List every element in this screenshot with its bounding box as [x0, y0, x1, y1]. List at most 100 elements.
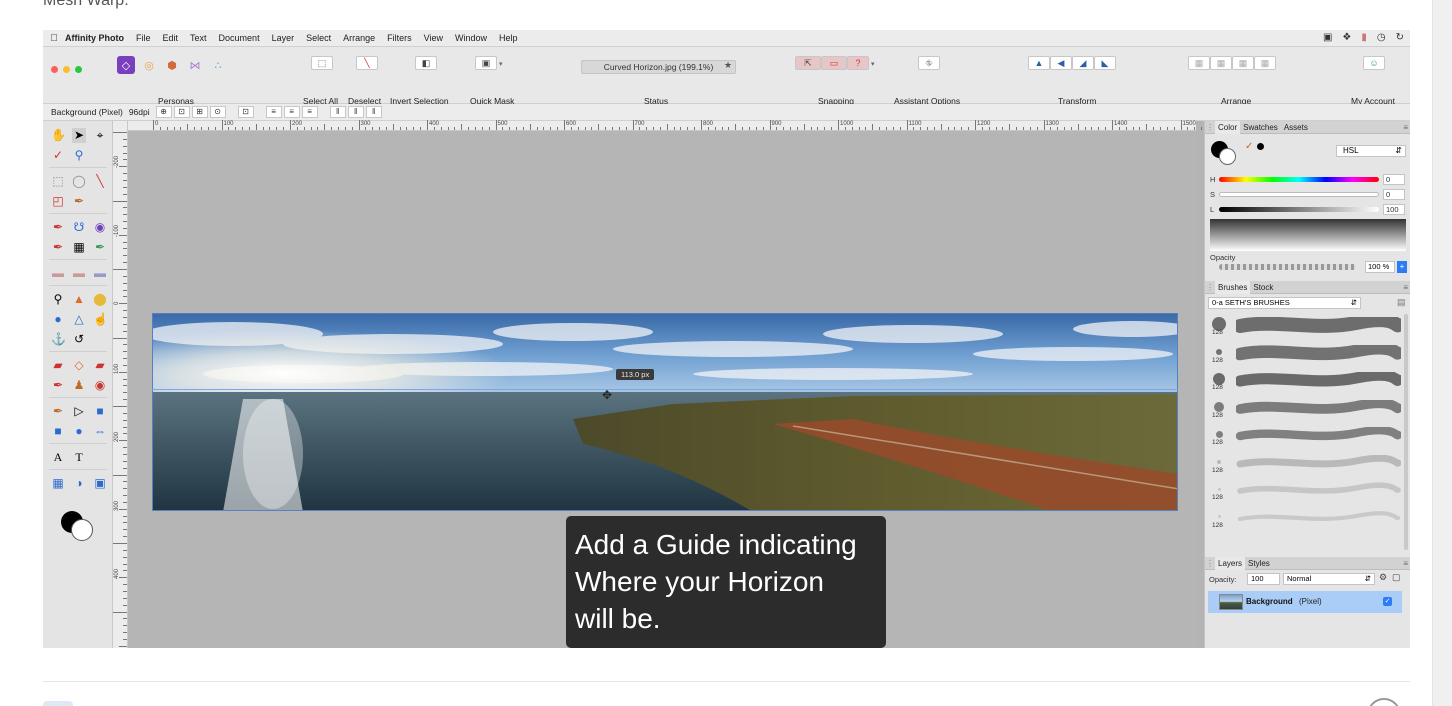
align-center-icon[interactable]: ≡ — [283, 106, 300, 118]
deselect-icon[interactable]: ╲ — [356, 56, 378, 70]
menu-window[interactable]: Window — [455, 33, 487, 43]
layer-row[interactable]: Background (Pixel) ✓ — [1208, 591, 1402, 613]
place-image-tool-icon[interactable]: ▣ — [93, 476, 107, 490]
footer-chip[interactable] — [43, 701, 73, 706]
move-center-icon[interactable]: ⊕ — [155, 106, 172, 118]
frame-text-tool-icon[interactable]: T — [72, 450, 86, 465]
export-persona-icon[interactable]: ∴ — [209, 56, 227, 74]
snapping-help-icon[interactable]: ? — [847, 56, 869, 70]
scale-mode-icon[interactable]: ⊞ — [191, 106, 208, 118]
freehand-selection-tool-icon[interactable]: ◰ — [51, 194, 65, 208]
menu-edit[interactable]: Edit — [163, 33, 179, 43]
apple-icon[interactable]:  — [43, 33, 65, 44]
tab-styles[interactable]: Styles — [1245, 557, 1273, 570]
flood-select-tool-icon[interactable]: ✒ — [72, 194, 86, 208]
paint-brush-tool-icon[interactable]: ✒ — [51, 220, 65, 234]
invert-selection-icon[interactable]: ◧ — [415, 56, 437, 70]
perspective-tool-icon[interactable]: ◑ — [72, 476, 86, 490]
panel-grip-icon[interactable]: ⋮ — [1205, 123, 1215, 132]
brush-preset[interactable]: 128 — [1210, 314, 1401, 338]
view-tool-icon[interactable]: ✋ — [51, 128, 66, 143]
artistic-text-tool-icon[interactable]: A — [51, 450, 65, 465]
arrange-front-icon[interactable]: ▦ — [1254, 56, 1276, 70]
rectangle-marquee-tool-icon[interactable]: ⬚ — [51, 174, 65, 188]
panel-grip-icon[interactable]: ⋮ — [1205, 559, 1215, 568]
quick-mask-icon[interactable]: ▣ — [475, 56, 497, 70]
blend-mode-select[interactable]: Normal ⇵ — [1283, 573, 1375, 585]
menu-arrange[interactable]: Arrange — [343, 33, 375, 43]
top-ruler[interactable]: 0 100 200 300 400 500 600 700 800 900 1000 1100 1200… — [128, 120, 1244, 131]
clone-tool-icon[interactable]: ⚓ — [51, 332, 66, 346]
layer-opacity-input[interactable]: 100 — [1247, 573, 1280, 585]
clock-icon[interactable]: ◷ — [1377, 32, 1386, 43]
brush-preset[interactable]: 128 — [1210, 452, 1401, 476]
sharpen-tool-icon[interactable]: △ — [72, 312, 86, 326]
brush-preset[interactable]: 128 — [1210, 369, 1401, 393]
snapping-candidates-icon[interactable]: ▭ — [821, 56, 847, 70]
rotate-right-icon[interactable]: ◣ — [1094, 56, 1116, 70]
rectangle-shape-tool-icon[interactable]: ■ — [93, 404, 107, 418]
gradient-tool-icon[interactable]: ▦ — [72, 240, 86, 254]
horizon-photo[interactable] — [152, 313, 1178, 511]
align-right-icon[interactable]: ≡ — [301, 106, 318, 118]
add-swatch-button[interactable]: + — [1397, 261, 1407, 273]
photo-persona-icon[interactable]: ◇ — [117, 56, 135, 74]
chevron-down-icon[interactable]: ▾ — [871, 61, 875, 68]
color-well-icon[interactable] — [61, 511, 93, 543]
dropbox-icon[interactable]: ❖ — [1342, 32, 1351, 43]
horizon-guide[interactable] — [152, 389, 1178, 390]
transform-mode-icon[interactable]: ⊡ — [173, 106, 190, 118]
hue-value[interactable]: 0 — [1383, 174, 1405, 185]
healing-brush-tool-icon[interactable]: ▰ — [51, 358, 65, 372]
blur-tool-icon[interactable]: ● — [51, 312, 65, 326]
dodge-tool-icon[interactable]: ⚲ — [51, 292, 65, 306]
color-picker-tool-icon[interactable]: ✓ — [51, 148, 65, 162]
erase-brush-tool-icon[interactable]: ▬ — [51, 266, 65, 280]
arrange-back-icon[interactable]: ▦ — [1188, 56, 1210, 70]
close-window-button[interactable] — [51, 66, 58, 73]
flip-vertical-icon[interactable]: ◀ — [1050, 56, 1072, 70]
lightness-slider[interactable] — [1219, 207, 1379, 212]
inpainting-brush-tool-icon[interactable]: ✒ — [51, 378, 65, 392]
minimize-window-button[interactable] — [63, 66, 70, 73]
menu-text[interactable]: Text — [190, 33, 207, 43]
fill-tool-icon[interactable]: ☋ — [72, 220, 86, 234]
menu-app-name[interactable]: Affinity Photo — [65, 33, 124, 43]
snapping-toggle-icon[interactable]: ⇱ — [795, 56, 821, 70]
lightness-value[interactable]: 100 — [1383, 204, 1405, 215]
menu-layer[interactable]: Layer — [272, 33, 295, 43]
rotate-mode-icon[interactable]: ⊙ — [209, 106, 226, 118]
saturation-value[interactable]: 0 — [1383, 189, 1405, 200]
align-left-icon[interactable]: ≡ — [265, 106, 282, 118]
tab-assets[interactable]: Assets — [1281, 121, 1311, 134]
tab-color[interactable]: Color — [1215, 120, 1241, 134]
square-shape-tool-icon[interactable]: ■ — [51, 424, 65, 438]
brush-list-scrollbar[interactable] — [1404, 314, 1408, 550]
blemish-removal-tool-icon[interactable]: ▰ — [93, 358, 107, 372]
rotate-left-icon[interactable]: ◢ — [1072, 56, 1094, 70]
pixel-tool-icon[interactable]: ✒ — [51, 240, 65, 254]
layer-lock-icon[interactable]: ▢ — [1392, 572, 1401, 583]
mesh-warp-tool-icon[interactable]: ▦ — [51, 476, 65, 490]
account-icon[interactable]: ☺ — [1363, 56, 1385, 70]
opacity-slider[interactable] — [1219, 264, 1356, 270]
align-top-icon[interactable]: ‖ — [329, 106, 346, 118]
background-erase-tool-icon[interactable]: ▬ — [72, 266, 86, 280]
patch-tool-icon[interactable]: ◇ — [72, 358, 86, 372]
sponge-tool-icon[interactable]: ⬤ — [93, 292, 107, 306]
stamp-tool-icon[interactable]: ♟ — [72, 378, 86, 392]
pen-tool-icon[interactable]: ✒ — [51, 404, 65, 418]
move-tool-icon[interactable]: ➤ — [72, 128, 86, 143]
show-bounds-icon[interactable]: ⊡ — [237, 106, 254, 118]
zoom-tool-icon[interactable]: ⚲ — [72, 148, 86, 162]
red-eye-tool-icon[interactable]: ◉ — [93, 378, 107, 392]
menu-document[interactable]: Document — [219, 33, 260, 43]
ellipse-shape-tool-icon[interactable]: ● — [72, 424, 86, 438]
brush-preset[interactable]: 128 — [1210, 397, 1401, 421]
menu-help[interactable]: Help — [499, 33, 518, 43]
menu-file[interactable]: File — [136, 33, 151, 43]
brush-preset[interactable]: 128 — [1210, 507, 1401, 531]
undo-brush-tool-icon[interactable]: ↺ — [72, 332, 86, 346]
left-ruler[interactable]: -200 -100 0 100 200 300 400 — [113, 121, 128, 648]
color-model-select[interactable]: HSL ⇵ — [1336, 145, 1406, 157]
